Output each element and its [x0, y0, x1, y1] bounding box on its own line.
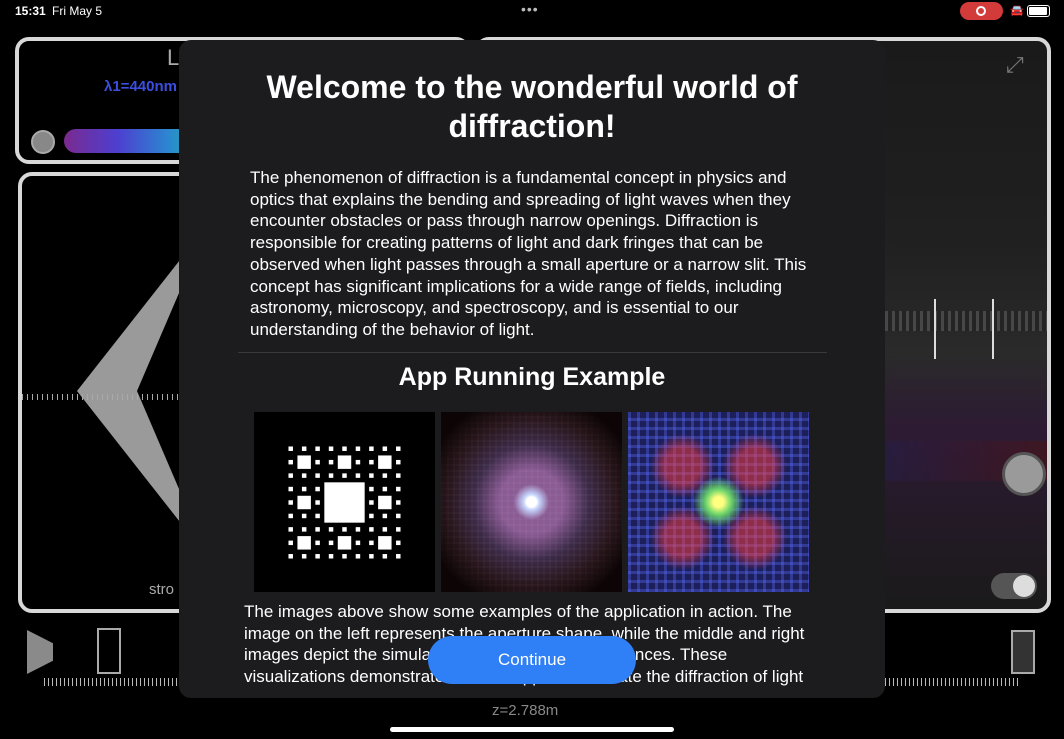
aperture-example-image [254, 412, 435, 592]
distance-label: z=2.788m [492, 702, 559, 719]
diffraction-result-image-right [628, 412, 809, 592]
wavelength-slider-knob[interactable] [31, 130, 55, 154]
home-indicator[interactable] [390, 727, 674, 732]
hexagon-tool-icon[interactable] [97, 628, 121, 674]
display-toggle[interactable] [991, 573, 1037, 599]
carplay-icon: 🚘 [1010, 5, 1024, 17]
status-time: 15:31 [15, 4, 46, 18]
screen-tool-icon[interactable] [1011, 630, 1035, 674]
multitasking-dots-icon[interactable]: ••• [521, 1, 539, 17]
intro-paragraph: The phenomenon of diffraction is a funda… [250, 168, 807, 339]
panel-title: L [167, 45, 180, 70]
aperture-ruler [22, 394, 182, 400]
screen: 15:31 Fri May 5 ••• 🚘 L λ1=440nm stro ⤢ … [0, 0, 1064, 739]
battery-icon [1027, 5, 1050, 17]
recording-indicator-icon[interactable] [960, 2, 1003, 20]
diffraction-result-image-middle [441, 412, 622, 592]
measure-marker-left[interactable] [934, 299, 936, 359]
divider [238, 352, 827, 353]
aperture-tool-icon[interactable] [27, 630, 53, 674]
sheet-title: Welcome to the wonderful world of diffra… [266, 69, 798, 144]
aperture-label: stro [149, 581, 175, 598]
status-bar: 15:31 Fri May 5 ••• 🚘 [0, 0, 1064, 22]
status-date: Fri May 5 [52, 4, 103, 18]
welcome-sheet: Welcome to the wonderful world of diffra… [179, 40, 885, 698]
distance-ruler-right[interactable] [885, 678, 1020, 686]
distance-ruler-left[interactable] [44, 678, 179, 686]
section-heading: App Running Example [398, 363, 666, 391]
wavelength-label: λ1=440nm [104, 78, 177, 95]
measure-marker-right[interactable] [992, 299, 994, 359]
capture-button[interactable] [1002, 452, 1046, 496]
continue-button[interactable]: Continue [428, 636, 636, 684]
expand-icon[interactable]: ⤢ [1006, 52, 1024, 78]
